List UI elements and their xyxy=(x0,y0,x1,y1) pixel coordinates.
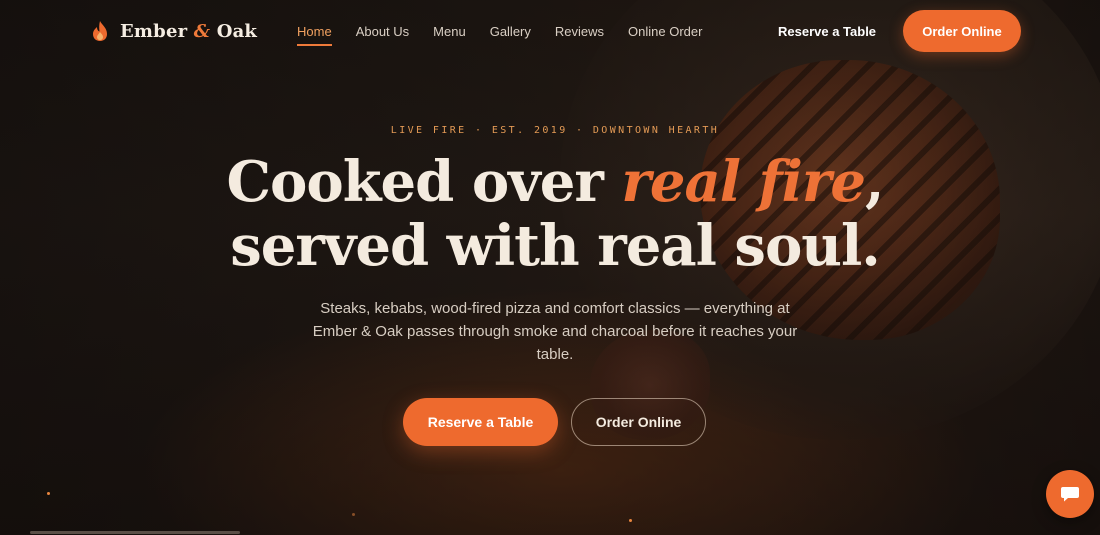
brand-ampersand: & xyxy=(193,20,211,42)
brand-name-part2: Oak xyxy=(216,20,258,42)
hero-subtext: Steaks, kebabs, wood-fired pizza and com… xyxy=(312,300,798,363)
ember-spark xyxy=(629,519,632,522)
headline-line2: served with real soul. xyxy=(230,213,881,279)
headline-text: Cooked over xyxy=(226,149,622,215)
order-online-button[interactable]: Order Online xyxy=(571,398,706,446)
nav-link-online-order[interactable]: Online Order xyxy=(628,24,702,39)
nav-link-about-us[interactable]: About Us xyxy=(356,24,409,39)
nav-link-reviews[interactable]: Reviews xyxy=(555,24,604,39)
nav-links: Home About Us Menu Gallery Reviews Onlin… xyxy=(297,24,726,46)
horizontal-scrollbar[interactable] xyxy=(30,531,240,534)
hero-headline: Cooked over real fire, served with real … xyxy=(0,150,1100,278)
reserve-table-button[interactable]: Reserve a Table xyxy=(403,398,558,446)
flame-icon xyxy=(93,21,107,41)
chat-button[interactable] xyxy=(1046,470,1094,518)
chat-bubble-icon xyxy=(1061,487,1079,502)
ember-spark xyxy=(47,492,50,495)
ember-spark xyxy=(352,513,355,516)
nav-link-home[interactable]: Home xyxy=(297,24,332,46)
brand-name: Ember & Oak xyxy=(120,21,257,42)
nav-reserve-table-link[interactable]: Reserve a Table xyxy=(778,24,876,39)
page: Ember & Oak Home About Us Menu Gallery R… xyxy=(0,0,1100,535)
logo[interactable]: Ember & Oak xyxy=(90,20,257,42)
nav-link-menu[interactable]: Menu xyxy=(433,24,466,39)
brand-name-part1: Ember xyxy=(120,20,188,42)
hero-eyebrow: LIVE FIRE · EST. 2019 · DOWNTOWN HEARTH xyxy=(390,125,720,136)
nav-link-gallery[interactable]: Gallery xyxy=(490,24,531,39)
headline-highlight: real fire xyxy=(621,149,866,215)
headline-comma: , xyxy=(865,149,884,215)
nav-order-online-button[interactable]: Order Online xyxy=(903,10,1021,52)
top-navigation: Ember & Oak Home About Us Menu Gallery R… xyxy=(0,0,1100,62)
